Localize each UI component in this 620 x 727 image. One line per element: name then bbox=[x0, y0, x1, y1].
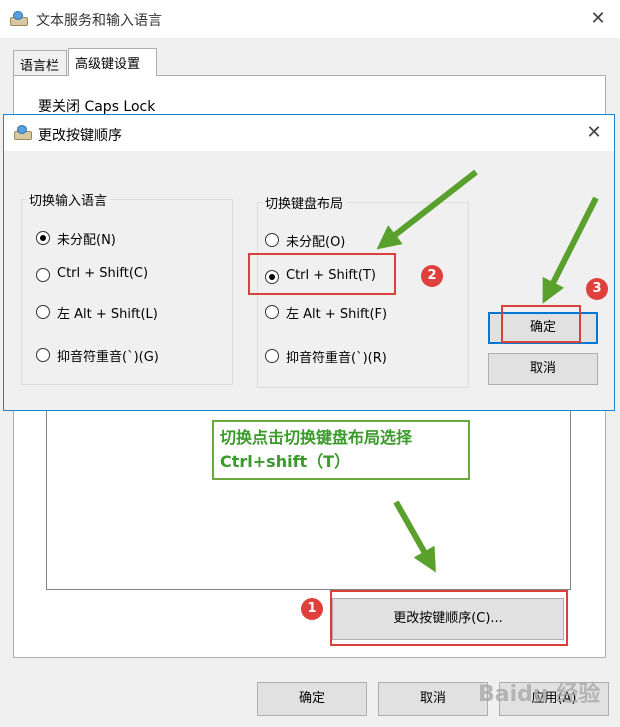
radio-lang-alt-shift-label: 左 Alt + Shift(L) bbox=[57, 307, 158, 322]
radio-lang-grave[interactable] bbox=[36, 348, 50, 362]
radio-lang-alt-shift[interactable] bbox=[36, 305, 50, 319]
instruction-note-line2: Ctrl+shift（T） bbox=[220, 452, 351, 471]
radio-lang-ctrl-shift[interactable] bbox=[36, 268, 50, 282]
tab-language-bar[interactable]: 语言栏 bbox=[13, 50, 67, 76]
tab-advanced-label: 高级键设置 bbox=[75, 57, 141, 72]
outer-window-title: 文本服务和输入语言 bbox=[36, 13, 162, 29]
radio-lang-grave-label: 抑音符重音(`)(G) bbox=[57, 350, 159, 365]
outer-title-bar: 文本服务和输入语言 ✕ bbox=[0, 0, 620, 38]
dialog-title: 更改按键顺序 bbox=[38, 128, 122, 144]
highlight-ctrl-shift-t bbox=[248, 253, 396, 295]
dialog-close-icon[interactable]: ✕ bbox=[582, 121, 606, 145]
radio-layout-grave-label: 抑音符重音(`)(R) bbox=[286, 351, 387, 366]
instruction-note: 切换点击切换键盘布局选择 Ctrl+shift（T） bbox=[212, 420, 470, 480]
outer-close-icon[interactable]: ✕ bbox=[586, 7, 610, 31]
keyboard-layout-group-title: 切换键盘布局 bbox=[262, 193, 347, 212]
keyboard-globe-icon bbox=[14, 125, 32, 141]
dialog-cancel-button[interactable]: 取消 bbox=[488, 353, 598, 385]
input-language-group-title: 切换输入语言 bbox=[26, 190, 111, 209]
step-badge-1: 1 bbox=[301, 598, 323, 620]
highlight-ok bbox=[501, 305, 581, 343]
highlight-change-sequence bbox=[330, 590, 568, 646]
baidu-watermark: Baidu 经验 bbox=[478, 682, 601, 707]
radio-layout-grave[interactable] bbox=[265, 349, 279, 363]
instruction-note-line1: 切换点击切换键盘布局选择 bbox=[220, 428, 413, 447]
radio-layout-alt-shift[interactable] bbox=[265, 305, 279, 319]
caps-lock-label: 要关闭 Caps Lock bbox=[38, 99, 156, 115]
outer-cancel-button[interactable]: 取消 bbox=[378, 682, 488, 716]
radio-lang-unassigned[interactable] bbox=[36, 231, 50, 245]
change-key-sequence-dialog: 更改按键顺序 ✕ 切换输入语言 未分配(N) Ctrl + Shift(C) 左… bbox=[3, 114, 615, 411]
radio-lang-ctrl-shift-label: Ctrl + Shift(C) bbox=[57, 266, 149, 281]
outer-ok-button[interactable]: 确定 bbox=[257, 682, 367, 716]
radio-layout-unassigned[interactable] bbox=[265, 233, 279, 247]
step-badge-2: 2 bbox=[421, 265, 443, 287]
radio-layout-unassigned-label: 未分配(O) bbox=[286, 235, 346, 250]
step-badge-3: 3 bbox=[586, 278, 608, 300]
tab-advanced-key-settings[interactable]: 高级键设置 bbox=[68, 48, 157, 76]
keyboard-globe-icon bbox=[10, 11, 28, 27]
radio-lang-unassigned-label: 未分配(N) bbox=[57, 233, 116, 248]
radio-layout-alt-shift-label: 左 Alt + Shift(F) bbox=[286, 307, 388, 322]
tab-language-bar-label: 语言栏 bbox=[20, 59, 60, 74]
dialog-title-bar: 更改按键顺序 ✕ bbox=[4, 115, 614, 151]
